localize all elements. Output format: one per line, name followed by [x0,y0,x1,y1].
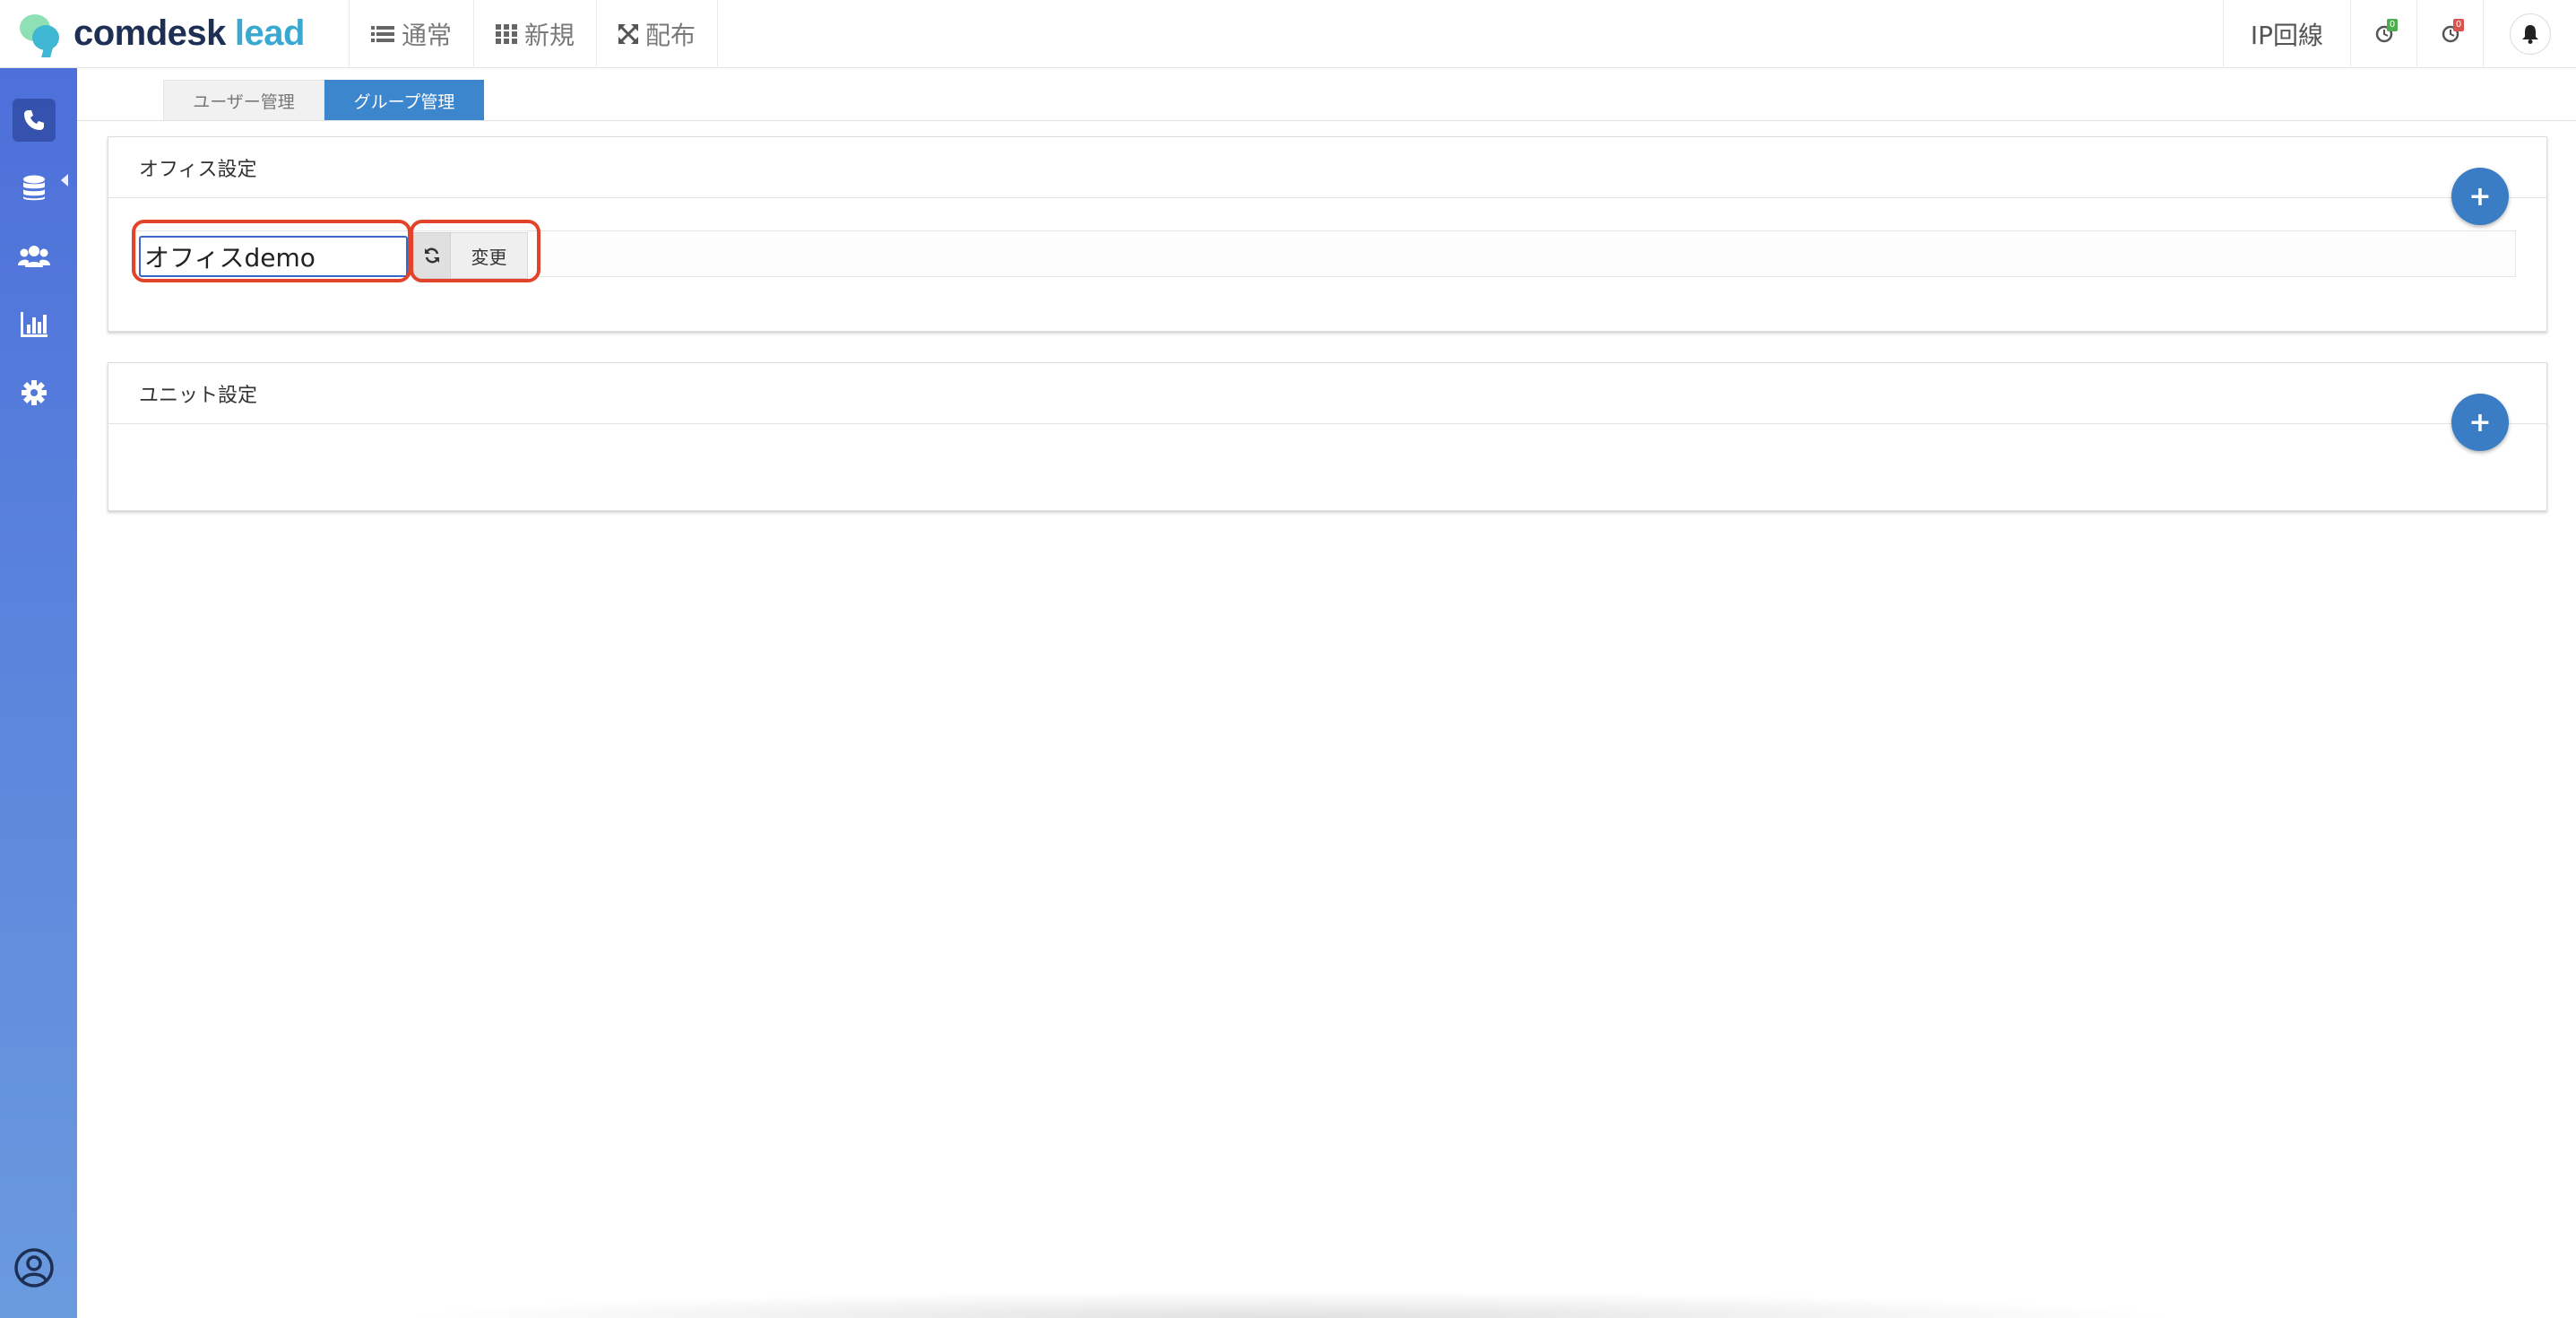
users-icon [18,246,50,267]
active-indicator [61,174,68,186]
tabs-divider [77,120,2576,121]
add-unit-button[interactable]: + [2451,394,2509,451]
unit-settings-title: ユニット設定 [108,363,2546,424]
sidebar-item-database[interactable] [13,167,56,210]
clock-red-badge: 0 [2453,18,2464,31]
sidebar-item-reports[interactable] [13,303,56,346]
list-icon [371,25,394,43]
highlight-ring-input [132,220,411,282]
nav-normal-label: 通常 [402,20,453,50]
clock-green-badge: 0 [2387,18,2398,31]
unit-settings-panel: ユニット設定 + [108,362,2547,511]
brand-name: comdesk lead [73,13,305,54]
user-circle-icon [14,1248,54,1288]
tab-group-management[interactable]: グループ管理 [324,80,484,121]
add-office-button[interactable]: + [2451,168,2509,225]
sidebar-profile[interactable] [13,1246,56,1289]
nav-normal[interactable]: 通常 [350,0,475,68]
nav-distribute-label: 配布 [645,20,696,50]
management-tabs: ユーザー管理 グループ管理 [163,80,484,121]
database-icon [23,175,45,201]
grid-icon [496,23,518,44]
sidebar [0,68,77,1318]
bar-chart-icon [21,312,48,337]
phone-icon [24,110,44,130]
sidebar-item-users[interactable] [13,235,56,278]
nav-distribute[interactable]: 配布 [597,0,719,68]
tab-user-management[interactable]: ユーザー管理 [163,80,324,121]
header-right: IP回線 0 0 [2222,0,2576,68]
bell-icon[interactable] [2509,13,2551,55]
expand-arrows-icon [618,23,639,44]
sidebar-item-phone[interactable] [13,99,56,142]
clock-status-red[interactable]: 0 [2416,0,2483,68]
sidebar-item-settings[interactable] [13,371,56,414]
highlight-ring-button [410,220,540,282]
brand-name-part1: comdesk [73,13,226,53]
nav-new[interactable]: 新規 [474,0,598,68]
notifications[interactable] [2483,0,2576,68]
office-settings-title: オフィス設定 [108,137,2546,198]
brand-name-part2: lead [234,13,306,53]
logo-mark-icon [18,11,65,57]
clock-status-green[interactable]: 0 [2350,0,2416,68]
top-header: comdesk lead 通常 新規 配布 IP回線 0 0 [0,0,2576,68]
ip-line-status[interactable]: IP回線 [2222,0,2350,68]
logo[interactable]: comdesk lead [0,0,350,68]
gear-icon [22,380,47,405]
nav-new-label: 新規 [524,20,575,50]
office-settings-panel: オフィス設定 + 変更 [108,136,2547,332]
bottom-shadow [394,1291,2187,1318]
